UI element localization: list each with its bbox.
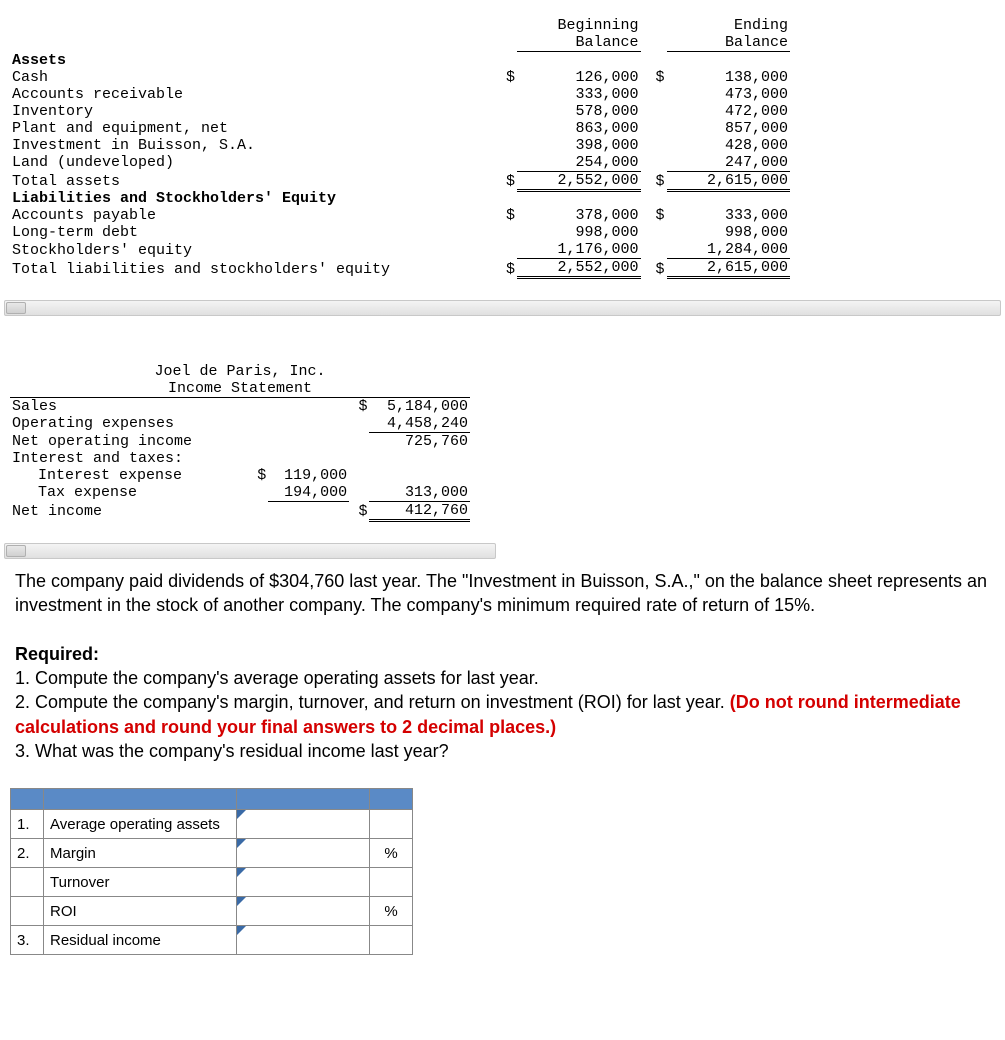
- req-2: 2. Compute the company's margin, turnove…: [15, 690, 990, 739]
- table-row: Operating expenses4,458,240: [10, 415, 470, 433]
- table-row: Sales$5,184,000: [10, 398, 470, 416]
- liab-header: Liabilities and Stockholders' Equity: [10, 190, 491, 207]
- table-row: Accounts payable$378,000$333,000: [10, 207, 790, 224]
- income-title-2: Income Statement: [10, 380, 470, 398]
- income-statement: Joel de Paris, Inc. Income Statement Sal…: [0, 346, 1005, 539]
- input-margin[interactable]: [237, 839, 370, 868]
- col-begin-2: Balance: [517, 34, 641, 52]
- answer-row-residual-income: 3. Residual income: [11, 926, 413, 955]
- cell-marker-icon: [237, 839, 246, 848]
- table-row: Interest expense$119,000: [10, 467, 470, 484]
- income-title-1: Joel de Paris, Inc.: [10, 363, 470, 380]
- assets-header: Assets: [10, 52, 491, 69]
- table-row: Long-term debt998,000998,000: [10, 224, 790, 241]
- table-row: Accounts receivable333,000473,000: [10, 86, 790, 103]
- req-3: 3. What was the company's residual incom…: [15, 739, 990, 763]
- answer-row-turnover: Turnover: [11, 868, 413, 897]
- answer-row-avg-operating-assets: 1. Average operating assets: [11, 810, 413, 839]
- balance-sheet: Beginning Ending Balance Balance Assets Ca…: [0, 0, 1005, 296]
- table-row: Stockholders' equity1,176,0001,284,000: [10, 241, 790, 259]
- answer-grid: 1. Average operating assets 2. Margin % …: [10, 788, 413, 955]
- table-row: Tax expense194,000313,000: [10, 484, 470, 502]
- table-row: Plant and equipment, net863,000857,000: [10, 120, 790, 137]
- col-end-2: Balance: [667, 34, 791, 52]
- cell-marker-icon: [237, 810, 246, 819]
- horizontal-scrollbar[interactable]: [4, 300, 1001, 316]
- problem-narrative: The company paid dividends of $304,760 l…: [0, 559, 1005, 773]
- required-label: Required:: [15, 644, 99, 664]
- input-roi[interactable]: [237, 897, 370, 926]
- answer-row-roi: ROI %: [11, 897, 413, 926]
- table-row: Inventory578,000472,000: [10, 103, 790, 120]
- cell-marker-icon: [237, 926, 246, 935]
- table-row: Investment in Buisson, S.A.398,000428,00…: [10, 137, 790, 154]
- narrative-text: The company paid dividends of $304,760 l…: [15, 569, 990, 618]
- table-row: Land (undeveloped)254,000247,000: [10, 154, 790, 172]
- horizontal-scrollbar[interactable]: [4, 543, 496, 559]
- table-row: Interest and taxes:: [10, 450, 470, 467]
- table-row: Net operating income725,760: [10, 433, 470, 451]
- input-turnover[interactable]: [237, 868, 370, 897]
- table-row: Cash$126,000$138,000: [10, 69, 790, 86]
- total-assets-row: Total assets$2,552,000$2,615,000: [10, 171, 790, 190]
- col-end-1: Ending: [667, 17, 791, 34]
- cell-marker-icon: [237, 897, 246, 906]
- cell-marker-icon: [237, 868, 246, 877]
- net-income-row: Net income$412,760: [10, 502, 470, 521]
- input-avg-operating-assets[interactable]: [237, 810, 370, 839]
- input-residual-income[interactable]: [237, 926, 370, 955]
- answer-row-margin: 2. Margin %: [11, 839, 413, 868]
- req-1: 1. Compute the company's average operati…: [15, 666, 990, 690]
- total-liab-row: Total liabilities and stockholders' equi…: [10, 259, 790, 278]
- col-begin-1: Beginning: [517, 17, 641, 34]
